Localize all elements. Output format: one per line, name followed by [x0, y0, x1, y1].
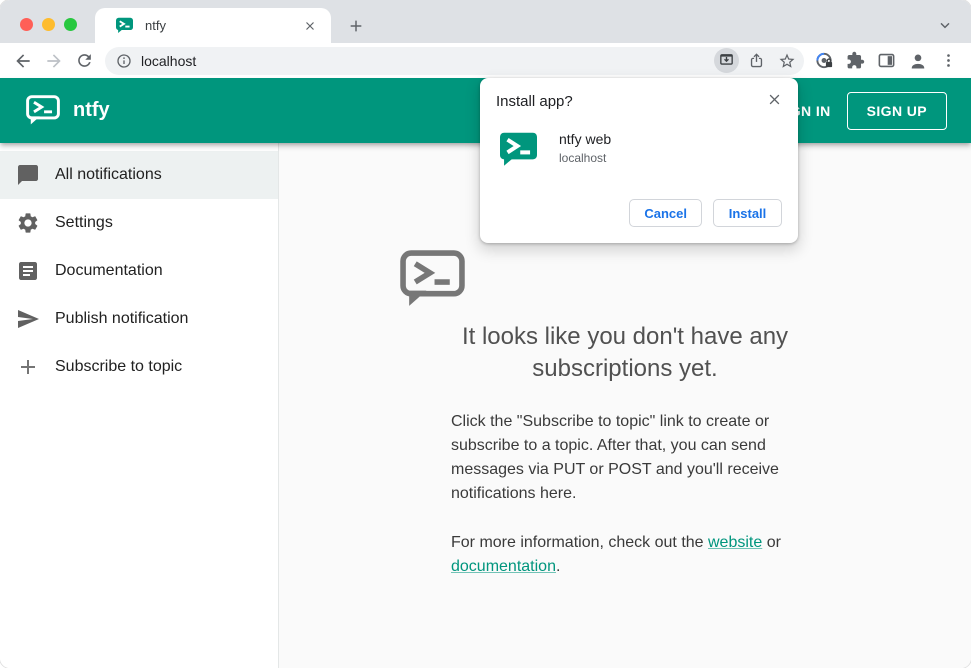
empty-state-paragraph: Click the "Subscribe to topic" link to c…	[451, 413, 779, 503]
address-bar[interactable]: localhost	[105, 46, 804, 75]
install-app-button[interactable]	[714, 48, 739, 73]
site-info-icon[interactable]	[116, 53, 132, 69]
browser-toolbar: localhost	[0, 43, 971, 78]
plus-icon	[21, 360, 35, 374]
sidebar-item-subscribe-to-topic[interactable]: Subscribe to topic	[0, 343, 278, 391]
app-title: ntfy	[73, 99, 110, 121]
sidebar-item-label: Documentation	[55, 262, 163, 279]
menu-dots-icon[interactable]	[933, 46, 964, 76]
new-tab-button[interactable]	[345, 15, 367, 37]
back-button[interactable]	[7, 46, 38, 76]
bookmark-star-icon[interactable]	[774, 48, 799, 73]
browser-tab[interactable]: ntfy	[95, 8, 331, 43]
website-link[interactable]: website	[708, 534, 762, 551]
profile-avatar-icon[interactable]	[902, 46, 933, 76]
dialog-actions: Cancel Install	[496, 199, 782, 227]
documentation-link[interactable]: documentation	[451, 558, 556, 575]
sidebar-item-documentation[interactable]: Documentation	[0, 247, 278, 295]
macos-traffic-lights	[20, 18, 77, 31]
reload-button[interactable]	[69, 46, 100, 76]
minimize-window-button[interactable]	[42, 18, 55, 31]
sidebar-item-label: Settings	[55, 214, 113, 231]
extensions-puzzle-icon[interactable]	[840, 46, 871, 76]
privacy-extension-icon[interactable]	[809, 46, 840, 76]
dialog-title: Install app?	[496, 93, 573, 110]
paragraph2-prefix: For more information, check out the	[451, 534, 708, 552]
close-window-button[interactable]	[20, 18, 33, 31]
tab-close-icon[interactable]	[301, 17, 319, 35]
sign-up-button[interactable]: SIGN UP	[846, 91, 947, 130]
ntfy-app-icon	[500, 132, 537, 166]
empty-state-links-paragraph: For more information, check out the webs…	[451, 531, 799, 579]
gear-icon	[18, 213, 38, 233]
paragraph2-middle: or	[762, 534, 781, 552]
tab-strip: ntfy	[0, 0, 971, 43]
empty-state-heading: It looks like you don't have any subscri…	[461, 323, 789, 383]
article-icon	[19, 262, 37, 280]
sidebar-item-label: Subscribe to topic	[55, 358, 183, 375]
cancel-button[interactable]: Cancel	[629, 199, 702, 227]
dialog-app-origin: localhost	[559, 151, 607, 165]
sidebar-item-all-notifications[interactable]: All notifications	[0, 151, 278, 199]
sidebar: All notifications Settings Documentation…	[0, 143, 279, 668]
chat-icon	[18, 165, 38, 185]
ntfy-logo-icon	[26, 95, 60, 125]
install-app-dialog: Install app? ntfy web localhost Cancel I…	[480, 78, 798, 243]
dialog-body: ntfy web localhost	[496, 131, 782, 168]
sidebar-item-label: All notifications	[55, 166, 162, 183]
sidebar-item-label: Publish notification	[55, 310, 189, 327]
forward-button[interactable]	[38, 46, 69, 76]
dialog-app-text: ntfy web localhost	[559, 131, 611, 165]
browser-window: ntfy localhost ntfy SIGN IN SIGN UP All …	[0, 0, 971, 668]
side-panel-icon[interactable]	[871, 46, 902, 76]
sidebar-item-settings[interactable]: Settings	[0, 199, 278, 247]
dialog-close-icon[interactable]	[763, 88, 785, 110]
tab-title: ntfy	[145, 18, 166, 33]
send-icon	[18, 310, 39, 328]
install-button[interactable]: Install	[713, 199, 782, 227]
paragraph2-suffix: .	[555, 558, 561, 576]
zoom-window-button[interactable]	[64, 18, 77, 31]
tab-search-chevron-icon[interactable]	[937, 17, 957, 37]
share-icon[interactable]	[744, 48, 769, 73]
url-text[interactable]: localhost	[141, 53, 709, 69]
ntfy-favicon-icon	[116, 17, 133, 33]
dialog-app-name: ntfy web	[559, 131, 612, 147]
sidebar-item-publish-notification[interactable]: Publish notification	[0, 295, 278, 343]
ntfy-logo-gray-icon	[400, 250, 465, 306]
